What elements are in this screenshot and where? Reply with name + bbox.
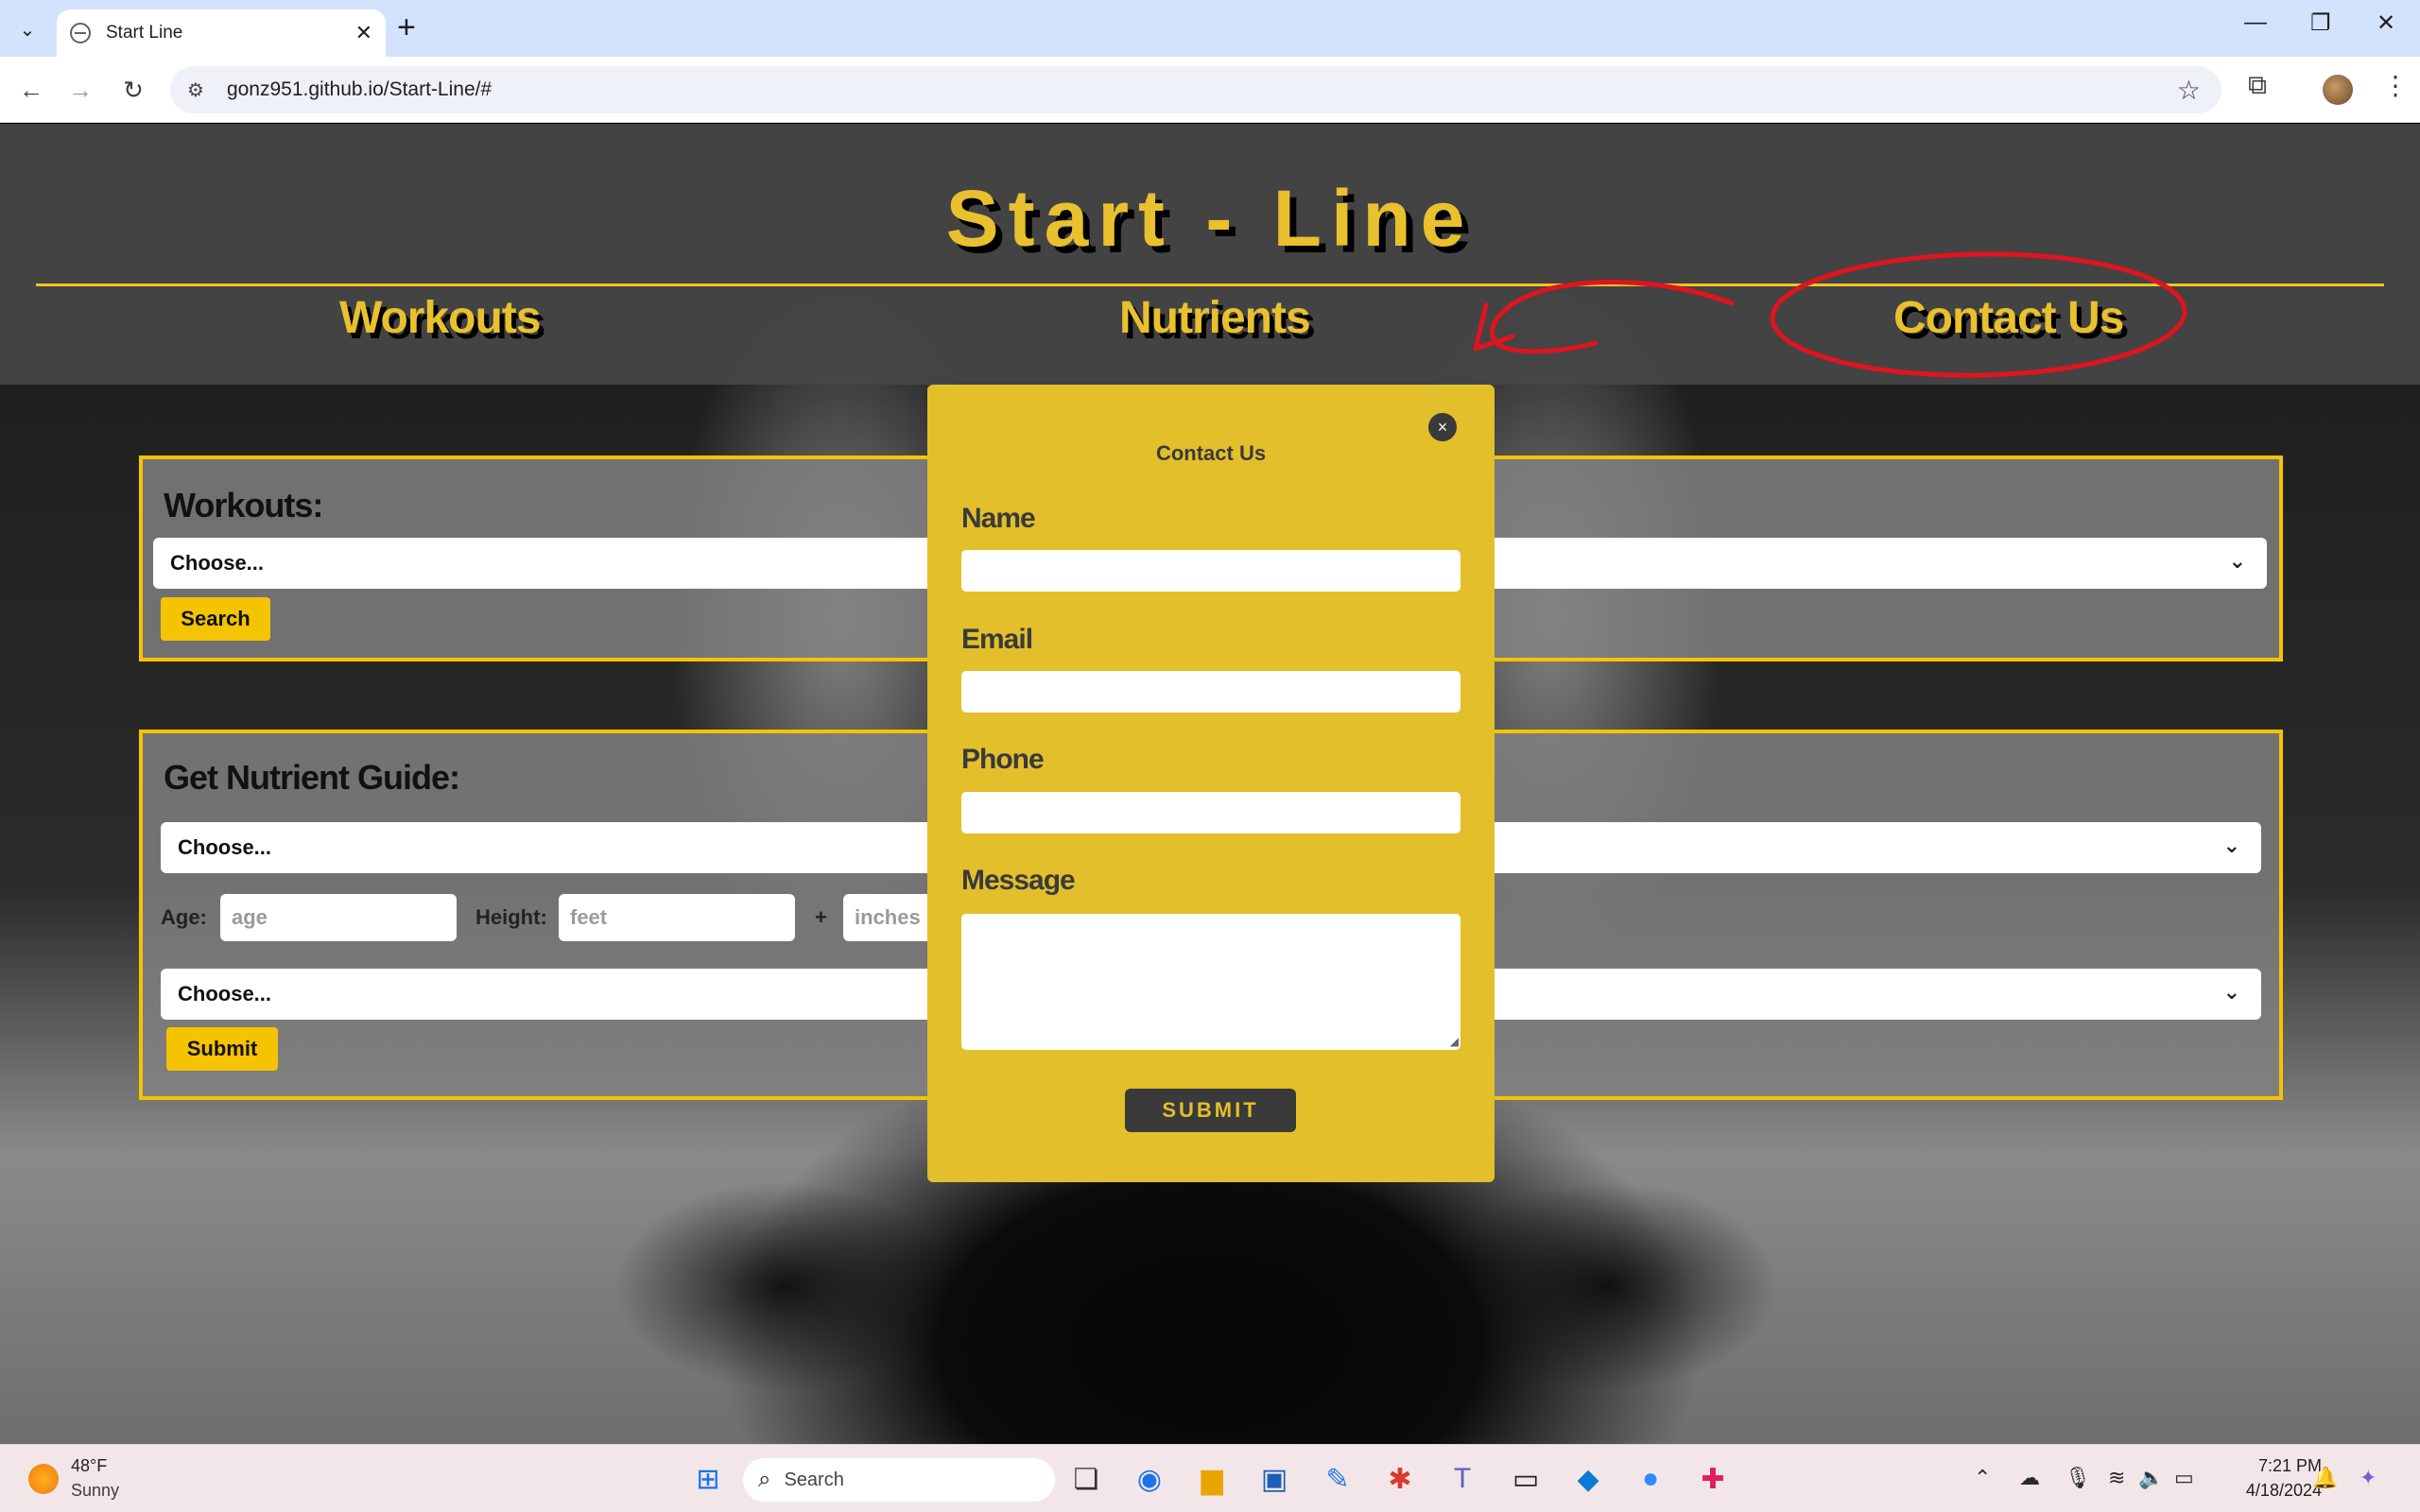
contact-submit-button[interactable]: SUBMIT bbox=[1125, 1089, 1296, 1132]
forward-icon[interactable]: → bbox=[62, 72, 98, 108]
globe-icon bbox=[70, 23, 91, 43]
email-field[interactable] bbox=[961, 671, 1461, 713]
terminal-icon[interactable]: ▭ bbox=[1503, 1456, 1548, 1502]
copilot-icon[interactable]: ✦ bbox=[2360, 1466, 2377, 1490]
store-icon[interactable]: ▣ bbox=[1252, 1456, 1297, 1502]
close-window-icon[interactable]: ✕ bbox=[2377, 9, 2395, 37]
battery-icon[interactable]: ▭ bbox=[2174, 1466, 2194, 1490]
message-textarea[interactable]: ◢ bbox=[961, 914, 1461, 1050]
tray-chevron-icon[interactable]: ⌃ bbox=[1974, 1466, 1991, 1490]
tab-strip: ⌄ Start Line ✕ + — ❐ ✕ bbox=[0, 0, 2420, 57]
age-label: Age: bbox=[161, 905, 207, 929]
notification-bell-icon[interactable]: 🔔 bbox=[2312, 1466, 2338, 1490]
tab-close-icon[interactable]: ✕ bbox=[355, 21, 372, 45]
nutrient-select-2-value: Choose... bbox=[178, 982, 272, 1005]
workouts-select-value: Choose... bbox=[170, 551, 265, 575]
inches-input[interactable]: inches bbox=[843, 894, 938, 941]
windows-start-icon[interactable]: ⊞ bbox=[685, 1456, 731, 1502]
phone-field[interactable] bbox=[961, 792, 1461, 833]
annotation-arrow-curve bbox=[1490, 280, 1735, 354]
teams-icon[interactable]: T bbox=[1440, 1456, 1485, 1502]
name-field[interactable] bbox=[961, 550, 1461, 592]
site-info-icon[interactable]: ⚙ bbox=[187, 78, 204, 102]
chevron-down-icon: ⌄ bbox=[2222, 833, 2240, 857]
zoom-icon[interactable]: ● bbox=[1628, 1456, 1673, 1502]
onedrive-icon[interactable]: ☁ bbox=[2019, 1466, 2040, 1490]
profile-avatar[interactable] bbox=[2323, 75, 2353, 105]
chrome-icon[interactable]: ◉ bbox=[1127, 1456, 1172, 1502]
taskbar-search-label: Search bbox=[784, 1469, 844, 1490]
extensions-icon[interactable]: ⧉ bbox=[2248, 70, 2267, 101]
chevron-down-icon: ⌄ bbox=[2228, 549, 2246, 573]
taskbar-search[interactable]: ⌕ Search bbox=[743, 1458, 1055, 1502]
active-tab[interactable]: Start Line ✕ bbox=[57, 9, 386, 57]
reload-icon[interactable]: ↻ bbox=[115, 72, 151, 108]
search-button[interactable]: Search bbox=[161, 597, 270, 641]
weather-temp: 48°F bbox=[71, 1456, 108, 1475]
nutrient-select-1-value: Choose... bbox=[178, 835, 272, 859]
task-view-icon[interactable]: ❏ bbox=[1063, 1456, 1109, 1502]
resize-grip-icon[interactable]: ◢ bbox=[1450, 1035, 1459, 1048]
microphone-icon[interactable]: 🎙 bbox=[2065, 1466, 2091, 1490]
page-background: Start - Line Workouts Nutrients Contact … bbox=[0, 124, 2420, 1444]
tab-title: Start Line bbox=[106, 23, 183, 43]
sun-icon[interactable] bbox=[28, 1464, 59, 1494]
chevron-down-icon: ⌄ bbox=[2222, 980, 2240, 1004]
bookmark-star-icon[interactable]: ☆ bbox=[2177, 75, 2201, 106]
vscode-icon[interactable]: ◆ bbox=[1565, 1456, 1611, 1502]
age-input[interactable]: age bbox=[220, 894, 457, 941]
plus-sign: + bbox=[815, 905, 827, 929]
volume-icon[interactable]: 🔈 bbox=[2138, 1466, 2164, 1490]
address-bar[interactable]: ⚙ gonz951.github.io/Start-Line/# ☆ bbox=[170, 66, 2221, 113]
app-icon[interactable]: ✎ bbox=[1315, 1456, 1360, 1502]
slack-icon[interactable]: ✚ bbox=[1690, 1456, 1736, 1502]
browser-toolbar: ← → ↻ ⚙ gonz951.github.io/Start-Line/# ☆ bbox=[0, 57, 2420, 123]
back-icon[interactable]: ← bbox=[13, 72, 49, 108]
annotation-circle bbox=[1770, 251, 2187, 378]
taskbar: 48°F Sunny ⊞ ⌕ Search ❏ ◉ ▆ ▣ ✎ ✱ T ▭ ◆ … bbox=[0, 1444, 2420, 1512]
modal-title: Contact Us bbox=[1155, 441, 1267, 465]
close-icon[interactable]: × bbox=[1428, 413, 1457, 441]
clock-date[interactable]: 4/18/2024 bbox=[2212, 1481, 2322, 1501]
workouts-heading: Workouts: bbox=[164, 486, 323, 524]
height-label: Height: bbox=[475, 905, 547, 929]
contact-modal: × Contact Us Name Email Phone Message ◢ … bbox=[927, 385, 1495, 1182]
search-icon: ⌕ bbox=[758, 1467, 771, 1492]
minimize-icon[interactable]: — bbox=[2244, 9, 2267, 36]
tab-search-button[interactable]: ⌄ bbox=[11, 13, 43, 45]
phone-label: Phone bbox=[961, 744, 1045, 775]
feet-input[interactable]: feet bbox=[559, 894, 795, 941]
file-explorer-icon[interactable]: ▆ bbox=[1189, 1456, 1235, 1502]
weather-condition: Sunny bbox=[71, 1481, 120, 1500]
menu-icon[interactable]: ⋮ bbox=[2382, 70, 2409, 101]
url-text: gonz951.github.io/Start-Line/# bbox=[226, 78, 493, 100]
nutrient-submit-button[interactable]: Submit bbox=[166, 1027, 278, 1071]
restore-icon[interactable]: ❐ bbox=[2310, 9, 2331, 37]
message-label: Message bbox=[961, 865, 1076, 896]
nutrient-heading: Get Nutrient Guide: bbox=[164, 758, 460, 797]
new-tab-button[interactable]: + bbox=[397, 11, 416, 43]
app-red-icon[interactable]: ✱ bbox=[1377, 1456, 1423, 1502]
wifi-icon[interactable]: ≋ bbox=[2108, 1466, 2125, 1490]
name-label: Name bbox=[961, 503, 1036, 534]
clock-time[interactable]: 7:21 PM bbox=[2231, 1456, 2322, 1476]
email-label: Email bbox=[961, 624, 1033, 655]
